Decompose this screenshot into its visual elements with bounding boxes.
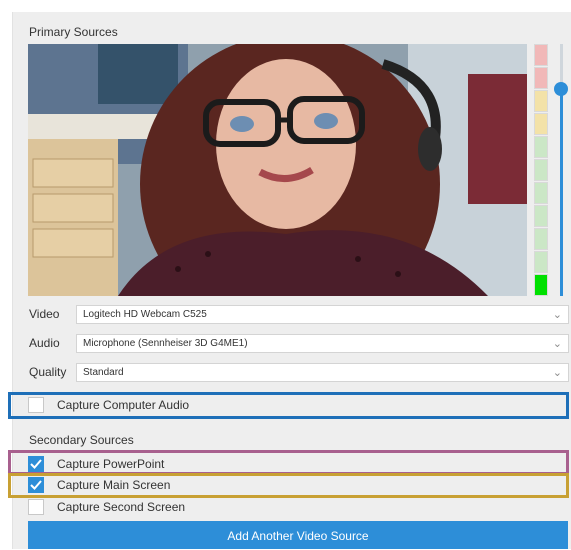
audio-level-meter	[534, 44, 548, 296]
secondary-sources-title: Secondary Sources	[29, 433, 134, 447]
capture-powerpoint-checkbox[interactable]	[28, 456, 44, 472]
audio-select[interactable]: Microphone (Sennheiser 3D G4ME1) ⌄	[76, 334, 569, 353]
vu-segment	[534, 67, 548, 89]
video-select[interactable]: Logitech HD Webcam C525 ⌄	[76, 305, 569, 324]
chevron-down-icon: ⌄	[552, 367, 562, 379]
primary-sources-title: Primary Sources	[29, 25, 118, 39]
quality-select-value: Standard	[83, 367, 124, 378]
video-select-value: Logitech HD Webcam C525	[83, 309, 207, 320]
vu-segment	[534, 159, 548, 181]
capture-powerpoint-label: Capture PowerPoint	[57, 457, 165, 471]
capture-second-screen-checkbox[interactable]	[28, 499, 44, 515]
webcam-preview	[28, 44, 527, 296]
volume-slider-fill	[560, 89, 563, 296]
vu-segment	[534, 182, 548, 204]
audio-label: Audio	[29, 336, 60, 350]
vu-segment	[534, 228, 548, 250]
chevron-down-icon: ⌄	[552, 338, 562, 350]
vu-segment	[534, 205, 548, 227]
capture-powerpoint-row[interactable]: Capture PowerPoint	[28, 454, 528, 474]
audio-select-value: Microphone (Sennheiser 3D G4ME1)	[83, 338, 248, 349]
capture-second-screen-row[interactable]: Capture Second Screen	[28, 497, 528, 517]
webcam-preview-image	[28, 44, 527, 296]
quality-select[interactable]: Standard ⌄	[76, 363, 569, 382]
capture-second-screen-label: Capture Second Screen	[57, 500, 186, 514]
capture-main-screen-row[interactable]: Capture Main Screen	[28, 475, 528, 495]
video-label: Video	[29, 307, 60, 321]
chevron-down-icon: ⌄	[552, 309, 562, 321]
checkmark-icon	[30, 480, 42, 490]
capture-main-screen-checkbox[interactable]	[28, 477, 44, 493]
vu-segment	[534, 251, 548, 273]
checkmark-icon	[30, 459, 42, 469]
add-video-source-button[interactable]: Add Another Video Source	[28, 521, 568, 549]
vu-segment	[534, 274, 548, 296]
vu-segment	[534, 90, 548, 112]
capture-computer-audio-checkbox[interactable]	[28, 397, 44, 413]
quality-label: Quality	[29, 365, 67, 379]
vu-segment	[534, 44, 548, 66]
capture-main-screen-label: Capture Main Screen	[57, 478, 171, 492]
capture-computer-audio-label: Capture Computer Audio	[57, 398, 190, 412]
capture-computer-audio-row[interactable]: Capture Computer Audio	[28, 395, 528, 415]
vu-segment	[534, 136, 548, 158]
vu-segment	[534, 113, 548, 135]
